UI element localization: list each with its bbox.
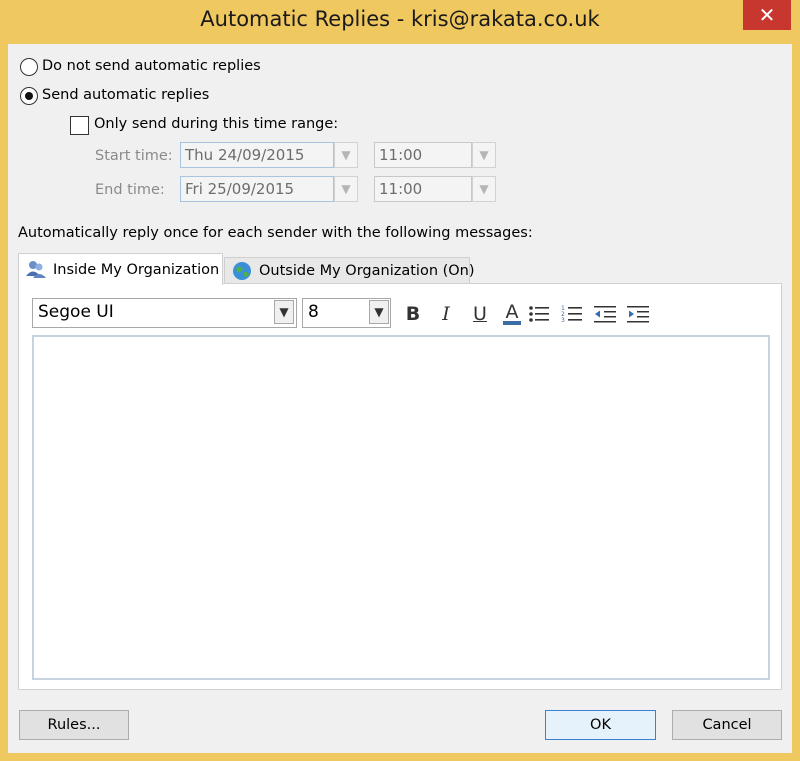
bullets-icon bbox=[529, 306, 549, 322]
chevron-down-icon: ▼ bbox=[341, 182, 351, 196]
end-date-field[interactable]: Fri 25/09/2015 bbox=[180, 176, 334, 202]
increase-indent-button[interactable] bbox=[625, 301, 651, 327]
cancel-button[interactable]: Cancel bbox=[672, 710, 782, 740]
instructions-text: Automatically reply once for each sender… bbox=[18, 225, 533, 241]
chevron-down-icon: ▼ bbox=[479, 148, 489, 162]
font-color-button[interactable]: A bbox=[499, 301, 525, 327]
message-editor[interactable] bbox=[32, 335, 770, 680]
ok-button[interactable]: OK bbox=[545, 710, 656, 740]
font-size-dropdown[interactable]: ▼ bbox=[369, 300, 389, 324]
send-automatic-replies-label[interactable]: Send automatic replies bbox=[42, 87, 209, 103]
start-time-label: Start time: bbox=[95, 148, 173, 164]
tab-outside-label: Outside My Organization (On) bbox=[259, 263, 475, 279]
font-size-value: 8 bbox=[308, 302, 319, 322]
start-date-field[interactable]: Thu 24/09/2015 bbox=[180, 142, 334, 168]
tab-inside-organization[interactable]: Inside My Organization bbox=[18, 253, 223, 285]
chevron-down-icon: ▼ bbox=[479, 182, 489, 196]
send-automatic-replies-radio[interactable] bbox=[20, 87, 38, 105]
decrease-indent-button[interactable] bbox=[592, 301, 618, 327]
end-time-dropdown[interactable]: ▼ bbox=[472, 176, 496, 202]
svg-text:3: 3 bbox=[561, 317, 565, 324]
font-name-combobox[interactable]: Segoe UI bbox=[32, 298, 297, 328]
italic-icon: I bbox=[442, 303, 450, 325]
do-not-send-label[interactable]: Do not send automatic replies bbox=[42, 58, 261, 74]
bold-icon: B bbox=[405, 303, 421, 325]
bold-button[interactable]: B bbox=[400, 301, 426, 327]
start-date-dropdown[interactable]: ▼ bbox=[334, 142, 358, 168]
bullets-button[interactable] bbox=[526, 301, 552, 327]
close-icon: ✕ bbox=[758, 3, 776, 27]
font-color-swatch bbox=[503, 321, 521, 325]
font-name-value: Segoe UI bbox=[38, 302, 114, 322]
underline-button[interactable]: U bbox=[467, 301, 493, 327]
font-name-dropdown[interactable]: ▼ bbox=[274, 300, 294, 324]
tab-outside-organization[interactable]: Outside My Organization (On) bbox=[224, 257, 475, 284]
people-icon bbox=[25, 259, 47, 281]
dialog-title: Automatic Replies - kris@rakata.co.uk bbox=[200, 7, 600, 31]
font-color-icon: A bbox=[505, 301, 519, 323]
underline-icon: U bbox=[473, 303, 487, 325]
decrease-indent-icon bbox=[594, 306, 616, 323]
chevron-down-icon: ▼ bbox=[279, 305, 289, 319]
numbering-button[interactable]: 1 2 3 bbox=[559, 301, 585, 327]
end-date-dropdown[interactable]: ▼ bbox=[334, 176, 358, 202]
do-not-send-radio[interactable] bbox=[20, 58, 38, 76]
tab-inside-label: Inside My Organization bbox=[53, 261, 220, 278]
globe-icon bbox=[231, 260, 253, 282]
radio-selected-dot bbox=[25, 92, 33, 100]
close-button[interactable]: ✕ bbox=[743, 0, 791, 30]
time-range-checkbox[interactable] bbox=[70, 116, 89, 135]
start-time-field[interactable]: 11:00 bbox=[374, 142, 472, 168]
chevron-down-icon: ▼ bbox=[374, 305, 384, 319]
italic-button[interactable]: I bbox=[433, 301, 459, 327]
end-time-label: End time: bbox=[95, 182, 165, 198]
end-time-field[interactable]: 11:00 bbox=[374, 176, 472, 202]
title-bar[interactable]: Automatic Replies - kris@rakata.co.uk ✕ bbox=[0, 0, 800, 44]
dialog-window: Automatic Replies - kris@rakata.co.uk ✕ … bbox=[0, 0, 800, 761]
chevron-down-icon: ▼ bbox=[341, 148, 351, 162]
start-time-dropdown[interactable]: ▼ bbox=[472, 142, 496, 168]
numbering-icon: 1 2 3 bbox=[561, 305, 582, 324]
time-range-label[interactable]: Only send during this time range: bbox=[94, 116, 338, 132]
rules-button[interactable]: Rules... bbox=[19, 710, 129, 740]
increase-indent-icon bbox=[627, 306, 649, 323]
dialog-body: Do not send automatic replies Send autom… bbox=[8, 44, 792, 753]
